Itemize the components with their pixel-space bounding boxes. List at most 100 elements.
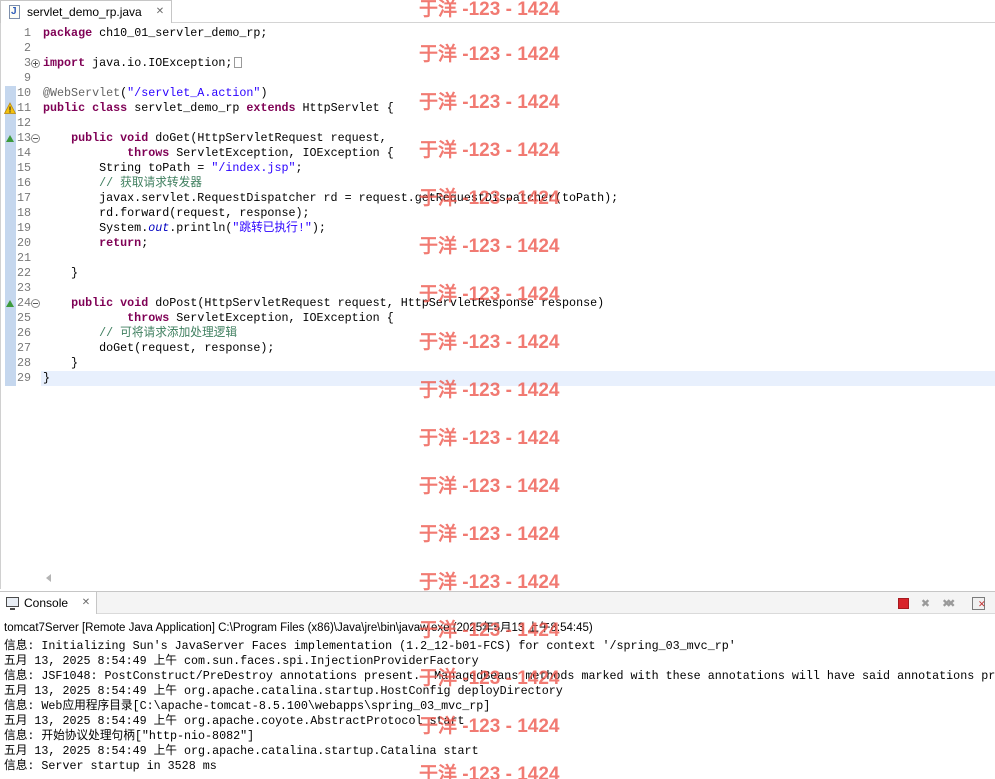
terminate-icon[interactable] [898, 598, 909, 609]
folded-imports-icon[interactable] [234, 57, 243, 68]
code-line[interactable]: 28 } [1, 356, 995, 371]
code-text[interactable]: return; [41, 236, 995, 251]
code-line[interactable]: 1 package ch10_01_servler_demo_rp; [1, 26, 995, 41]
code-line[interactable]: 15 String toPath = "/index.jsp"; [1, 161, 995, 176]
line-number: 18 [16, 206, 31, 220]
code-token: ServletException, IOException { [169, 146, 394, 160]
code-text[interactable]: public void doPost(HttpServletRequest re… [41, 296, 995, 311]
code-text[interactable]: throws ServletException, IOException { [41, 146, 995, 161]
code-line[interactable]: 11 public class servlet_demo_rp extends H… [1, 101, 995, 116]
console-line: 信息: JSF1048: PostConstruct/PreDestroy an… [4, 668, 995, 683]
code-line[interactable]: 22 } [1, 266, 995, 281]
code-line[interactable]: 26 // 可将请求添加处理逻辑 [1, 326, 995, 341]
code-token: public [71, 296, 114, 310]
code-text[interactable]: throws ServletException, IOException { [41, 311, 995, 326]
console-line: 五月 13, 2025 8:54:49 上午 com.sun.faces.spi… [4, 653, 479, 668]
console-output[interactable]: tomcat7Server [Remote Java Application] … [0, 615, 995, 779]
code-token: throws [127, 311, 170, 325]
tab-servlet-demo-rp-java[interactable]: J servlet_demo_rp.java ✕ [0, 0, 172, 23]
console-line: 五月 13, 2025 8:54:49 上午 org.apache.catali… [4, 683, 563, 698]
code-editor[interactable]: 1 package ch10_01_servler_demo_rp; 2 3 impo… [0, 23, 995, 589]
code-text[interactable]: doGet(request, response); [41, 341, 995, 356]
console-line: 信息: 开始协议处理句柄["http-nio-8082"] [4, 728, 255, 743]
code-text[interactable]: import java.io.IOException; [41, 56, 995, 71]
line-number: 25 [16, 311, 31, 325]
code-token: // 可将请求添加处理逻辑 [99, 326, 238, 340]
line-number: 15 [16, 161, 31, 175]
remove-launch-icon[interactable]: ✖ [920, 598, 931, 609]
code-line[interactable]: 13 public void doGet(HttpServletRequest … [1, 131, 995, 146]
code-lines[interactable]: 1 package ch10_01_servler_demo_rp; 2 3 impo… [1, 26, 995, 386]
code-text[interactable]: javax.servlet.RequestDispatcher rd = req… [41, 191, 995, 206]
code-text[interactable]: package ch10_01_servler_demo_rp; [41, 26, 995, 41]
code-token: javax.servlet.RequestDispatcher rd = req… [43, 191, 619, 205]
code-token: .println( [169, 221, 233, 235]
tab-console[interactable]: Console ✕ [0, 592, 97, 614]
code-text[interactable] [41, 41, 995, 56]
code-line[interactable]: 19 System.out.println("跳转已执行!"); [1, 221, 995, 236]
code-line[interactable]: 16 // 获取请求转发器 [1, 176, 995, 191]
fold-collapse-icon[interactable] [31, 299, 40, 308]
code-text[interactable]: @WebServlet("/servlet_A.action") [41, 86, 995, 101]
code-text[interactable] [41, 116, 995, 131]
code-line[interactable]: 25 throws ServletException, IOException … [1, 311, 995, 326]
code-line[interactable]: 20 return; [1, 236, 995, 251]
code-line[interactable]: 24 public void doPost(HttpServletRequest… [1, 296, 995, 311]
code-line[interactable]: 21 [1, 251, 995, 266]
console-tab-label: Console [24, 596, 69, 610]
code-text[interactable]: public class servlet_demo_rp extends Htt… [41, 101, 995, 116]
code-text[interactable] [41, 71, 995, 86]
fold-expand-icon[interactable] [31, 59, 40, 68]
line-number: 1 [23, 26, 31, 40]
scroll-left-arrow-icon[interactable] [46, 574, 51, 582]
close-icon[interactable]: ✕ [81, 598, 91, 608]
code-text[interactable] [41, 281, 995, 296]
remove-all-terminated-icon[interactable]: ✖✖ [942, 598, 958, 609]
code-text[interactable]: } [41, 356, 995, 371]
code-text[interactable]: String toPath = "/index.jsp"; [41, 161, 995, 176]
code-line[interactable]: 3 import java.io.IOException; [1, 56, 995, 71]
code-line[interactable]: 23 [1, 281, 995, 296]
line-number: 12 [16, 116, 31, 130]
line-number: 20 [16, 236, 31, 250]
code-token: doPost(HttpServletRequest request, HttpS… [148, 296, 605, 310]
code-text[interactable]: // 可将请求添加处理逻辑 [41, 326, 995, 341]
code-line[interactable]: 10 @WebServlet("/servlet_A.action") [1, 86, 995, 101]
code-text[interactable]: System.out.println("跳转已执行!"); [41, 221, 995, 236]
code-text[interactable] [41, 251, 995, 266]
code-text[interactable]: } [41, 266, 995, 281]
fold-collapse-icon[interactable] [31, 134, 40, 143]
code-token: ch10_01_servler_demo_rp; [92, 26, 268, 40]
horizontal-scrollbar[interactable] [41, 570, 995, 586]
code-line[interactable]: 2 [1, 41, 995, 56]
pin-console-icon[interactable] [972, 597, 986, 610]
code-line[interactable]: 12 [1, 116, 995, 131]
console-icon [6, 597, 19, 610]
code-token: void [120, 296, 149, 310]
code-token: void [120, 131, 149, 145]
line-number: 9 [23, 71, 31, 85]
code-token: import [43, 56, 86, 70]
code-text[interactable]: rd.forward(request, response); [41, 206, 995, 221]
code-text[interactable]: } [41, 371, 995, 386]
code-line[interactable]: 14 throws ServletException, IOException … [1, 146, 995, 161]
code-text[interactable]: public void doGet(HttpServletRequest req… [41, 131, 995, 146]
code-line[interactable]: 18 rd.forward(request, response); [1, 206, 995, 221]
code-text[interactable]: // 获取请求转发器 [41, 176, 995, 191]
line-number: 14 [16, 146, 31, 160]
code-line[interactable]: 17 javax.servlet.RequestDispatcher rd = … [1, 191, 995, 206]
line-number: 28 [16, 356, 31, 370]
code-line[interactable]: 9 [1, 71, 995, 86]
line-number: 27 [16, 341, 31, 355]
console-line: 信息: Server startup in 3528 ms [4, 758, 217, 773]
code-token: System. [43, 221, 149, 235]
code-token: ; [141, 236, 149, 250]
code-line[interactable]: 29} [1, 371, 995, 386]
code-line[interactable]: 27 doGet(request, response); [1, 341, 995, 356]
code-token: ; [295, 161, 303, 175]
close-icon[interactable]: ✕ [155, 7, 165, 17]
